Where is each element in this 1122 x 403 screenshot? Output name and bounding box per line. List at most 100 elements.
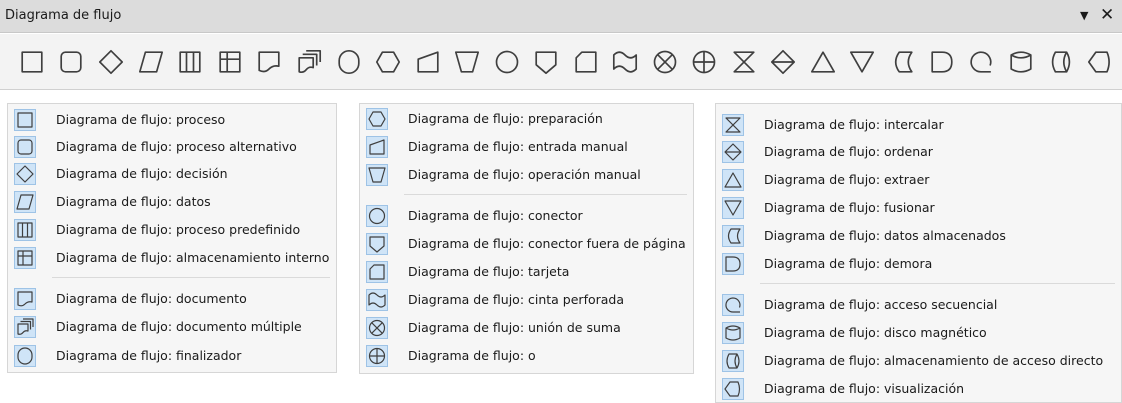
shape-item-sort[interactable]: Diagrama de flujo: ordenar (716, 139, 1121, 166)
shape-item-preparation[interactable]: Diagrama de flujo: preparación (360, 106, 693, 133)
shape-item-label: Diagrama de flujo: disco magnético (764, 325, 987, 340)
shape-item-predefined-process[interactable]: Diagrama de flujo: proceso predefinido (8, 217, 336, 244)
shape-item-magnetic-disk[interactable]: Diagrama de flujo: disco magnético (716, 320, 1121, 347)
toolbar-process-button[interactable] (18, 47, 46, 77)
stored-data-icon (888, 47, 916, 77)
magnetic-disk-icon (1007, 47, 1035, 77)
toolbar-collate-button[interactable] (730, 47, 758, 77)
data-icon (14, 191, 36, 213)
shape-item-terminator[interactable]: Diagrama de flujo: finalizador (8, 343, 336, 370)
toolbar-merge-button[interactable] (848, 47, 876, 77)
decision-icon (97, 47, 125, 77)
shape-item-stored-data[interactable]: Diagrama de flujo: datos almacenados (716, 223, 1121, 250)
toolbar-summing-junction-button[interactable] (651, 47, 679, 77)
toolbar-stored-data-button[interactable] (888, 47, 916, 77)
toolbar-decision-button[interactable] (97, 47, 125, 77)
shape-item-label: Diagrama de flujo: unión de suma (408, 320, 621, 335)
manual-operation-icon (366, 164, 388, 186)
off-page-connector-icon (366, 233, 388, 255)
direct-access-storage-icon (1047, 47, 1075, 77)
card-icon (366, 261, 388, 283)
shape-item-punched-tape[interactable]: Diagrama de flujo: cinta perforada (360, 287, 693, 314)
toolbar-card-button[interactable] (572, 47, 600, 77)
toolbar-off-page-connector-button[interactable] (532, 47, 560, 77)
stored-data-icon (722, 225, 744, 247)
extract-icon (809, 47, 837, 77)
punched-tape-icon (611, 47, 639, 77)
extract-icon (722, 169, 744, 191)
toolbar-data-button[interactable] (137, 47, 165, 77)
shape-item-process[interactable]: Diagrama de flujo: proceso (8, 107, 336, 134)
shape-item-direct-access-storage[interactable]: Diagrama de flujo: almacenamiento de acc… (716, 348, 1121, 375)
shape-item-extract[interactable]: Diagrama de flujo: extraer (716, 167, 1121, 194)
shape-item-label: Diagrama de flujo: documento múltiple (56, 319, 302, 334)
shape-item-summing-junction[interactable]: Diagrama de flujo: unión de suma (360, 315, 693, 342)
shape-item-delay[interactable]: Diagrama de flujo: demora (716, 251, 1121, 278)
shape-item-document[interactable]: Diagrama de flujo: documento (8, 286, 336, 313)
shape-item-card[interactable]: Diagrama de flujo: tarjeta (360, 259, 693, 286)
shape-item-or[interactable]: Diagrama de flujo: o (360, 343, 693, 370)
shape-item-data[interactable]: Diagrama de flujo: datos (8, 189, 336, 216)
toolbar-magnetic-disk-button[interactable] (1007, 47, 1035, 77)
shape-item-label: Diagrama de flujo: datos (56, 194, 211, 209)
toolbar-terminator-button[interactable] (335, 47, 363, 77)
shape-item-connector[interactable]: Diagrama de flujo: conector (360, 203, 693, 230)
display-icon (722, 378, 744, 400)
toolbar-punched-tape-button[interactable] (611, 47, 639, 77)
or-icon (366, 345, 388, 367)
shape-item-merge[interactable]: Diagrama de flujo: fusionar (716, 195, 1121, 222)
alternate-process-icon (14, 136, 36, 158)
shape-item-label: Diagrama de flujo: visualización (764, 381, 965, 396)
dropdown-menu-button[interactable]: ▼ (1080, 9, 1094, 23)
toolbar-connector-button[interactable] (493, 47, 521, 77)
shape-item-collate[interactable]: Diagrama de flujo: intercalar (716, 112, 1121, 139)
toolbar-sequential-access-button[interactable] (967, 47, 995, 77)
connector-icon (366, 205, 388, 227)
shape-item-label: Diagrama de flujo: o (408, 348, 536, 363)
toolbar-extract-button[interactable] (809, 47, 837, 77)
toolbar-direct-access-storage-button[interactable] (1047, 47, 1075, 77)
group-divider (760, 283, 1115, 284)
shape-item-display[interactable]: Diagrama de flujo: visualización (716, 376, 1121, 403)
toolbar-multidocument-button[interactable] (295, 47, 323, 77)
toolbar-manual-operation-button[interactable] (453, 47, 481, 77)
collate-icon (722, 114, 744, 136)
toolbar-sort-button[interactable] (769, 47, 797, 77)
document-icon (14, 288, 36, 310)
shape-item-label: Diagrama de flujo: cinta perforada (408, 292, 625, 307)
shape-item-off-page-connector[interactable]: Diagrama de flujo: conector fuera de pág… (360, 231, 693, 258)
shape-item-manual-operation[interactable]: Diagrama de flujo: operación manual (360, 162, 693, 189)
manual-input-icon (414, 47, 442, 77)
shape-item-decision[interactable]: Diagrama de flujo: decisión (8, 161, 336, 188)
summing-junction-icon (366, 317, 388, 339)
shapes-toolbar (0, 34, 1122, 90)
toolbar-preparation-button[interactable] (374, 47, 402, 77)
shape-item-sequential-access[interactable]: Diagrama de flujo: acceso secuencial (716, 292, 1121, 319)
multidocument-icon (295, 47, 323, 77)
toolbar-or-button[interactable] (690, 47, 718, 77)
shape-item-internal-storage[interactable]: Diagrama de flujo: almacenamiento intern… (8, 245, 336, 272)
toolbar-internal-storage-button[interactable] (216, 47, 244, 77)
document-icon (255, 47, 283, 77)
toolbar-alternate-process-button[interactable] (57, 47, 85, 77)
shape-item-alternate-process[interactable]: Diagrama de flujo: proceso alternativo (8, 134, 336, 161)
manual-input-icon (366, 136, 388, 158)
shape-item-manual-input[interactable]: Diagrama de flujo: entrada manual (360, 134, 693, 161)
delay-icon (928, 47, 956, 77)
toolbar-manual-input-button[interactable] (414, 47, 442, 77)
shape-item-label: Diagrama de flujo: extraer (764, 172, 930, 187)
collate-icon (730, 47, 758, 77)
shape-item-multidocument[interactable]: Diagrama de flujo: documento múltiple (8, 314, 336, 341)
internal-storage-icon (216, 47, 244, 77)
magnetic-disk-icon (722, 322, 744, 344)
toolbar-display-button[interactable] (1086, 47, 1114, 77)
shape-item-label: Diagrama de flujo: conector (408, 208, 583, 223)
shape-item-label: Diagrama de flujo: documento (56, 291, 247, 306)
shape-item-label: Diagrama de flujo: proceso alternativo (56, 139, 297, 154)
shape-item-label: Diagrama de flujo: preparación (408, 111, 603, 126)
toolbar-predefined-process-button[interactable] (176, 47, 204, 77)
toolbar-document-button[interactable] (255, 47, 283, 77)
close-button[interactable]: ✕ (1100, 5, 1118, 25)
toolbar-delay-button[interactable] (928, 47, 956, 77)
shape-item-label: Diagrama de flujo: almacenamiento intern… (56, 250, 330, 265)
